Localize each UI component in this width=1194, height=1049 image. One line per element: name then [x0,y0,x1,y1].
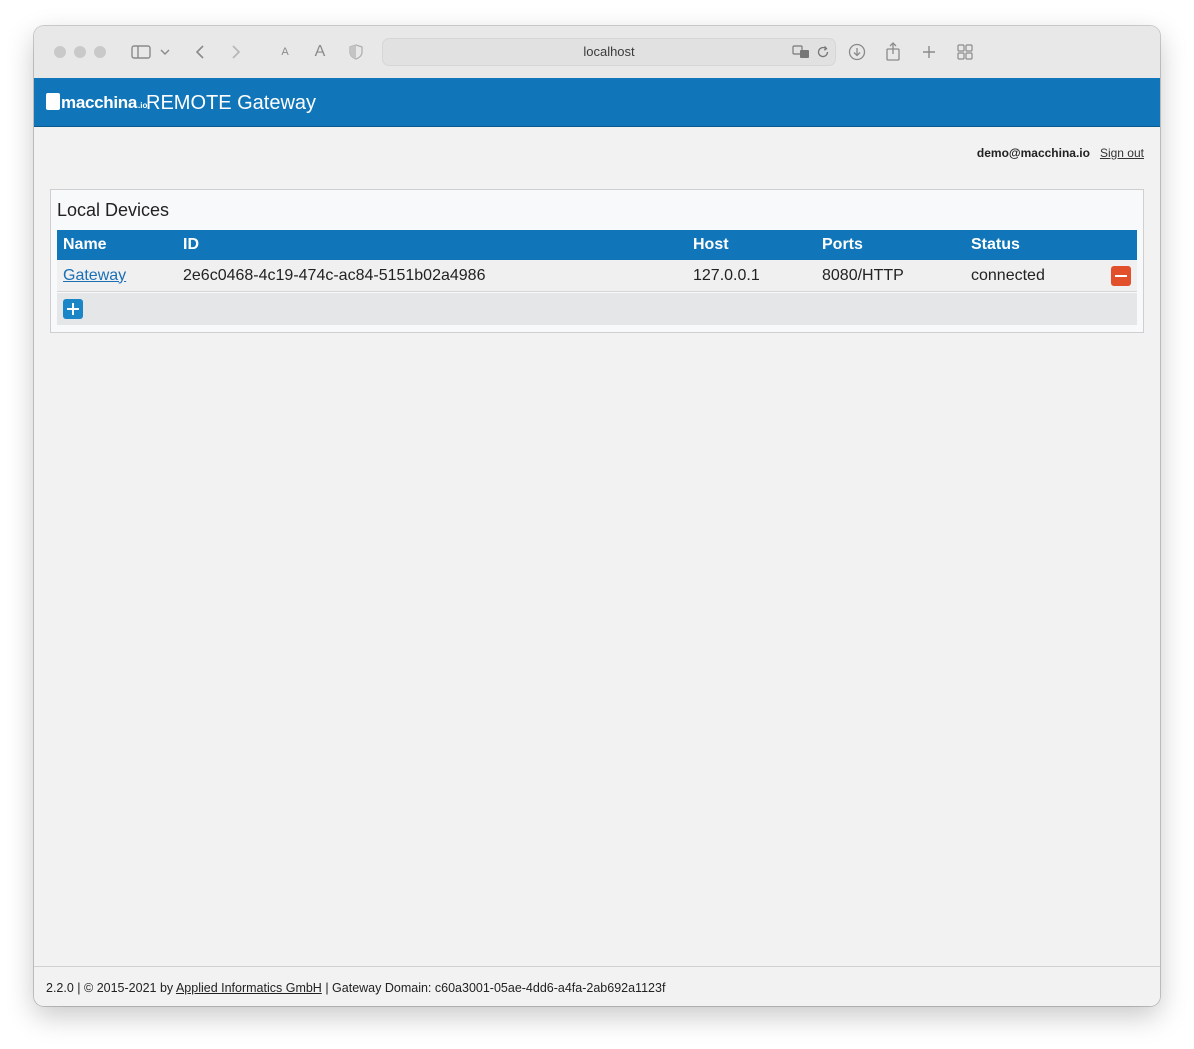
back-icon[interactable] [192,40,208,64]
column-header-id: ID [177,230,687,260]
sidebar-icon[interactable] [130,40,152,64]
share-icon[interactable] [884,40,902,64]
shield-icon[interactable] [348,40,364,64]
app-title: REMOTE Gateway [146,92,317,114]
table-row: Gateway 2e6c0468-4c19-474c-ac84-5151b02a… [57,260,1137,292]
user-email: demo@macchina.io [976,146,1090,160]
reload-icon[interactable] [815,40,831,64]
add-device-button[interactable] [63,299,83,319]
domain-id: c60a3001-05ae-4dd6-a4fa-2ab692a1123f [434,981,666,995]
column-header-name: Name [57,230,177,260]
forward-icon[interactable] [228,40,244,64]
tab-overview-icon[interactable] [956,40,974,64]
chevron-down-icon[interactable] [158,40,172,64]
plus-icon [67,303,79,315]
new-tab-icon[interactable] [920,40,938,64]
devices-table: Name ID Host Ports Status Gateway 2e6c04… [57,230,1137,292]
device-host: 127.0.0.1 [687,260,816,292]
device-id: 2e6c0468-4c19-474c-ac84-5151b02a4986 [177,260,687,292]
footer: 2.2.0 | © 2015-2021 by Applied Informati… [34,966,1160,1006]
panel-title: Local Devices [57,200,170,220]
column-header-actions [1105,230,1137,260]
table-header-row: Name ID Host Ports Status [57,230,1137,260]
text-smaller-icon[interactable]: A [278,40,292,64]
address-bar[interactable]: localhost [382,38,836,66]
app-header: macchina .io REMOTE Gateway [34,78,1160,127]
text-larger-icon[interactable]: A [312,40,328,64]
domain-label: Gateway Domain: [332,981,432,995]
minus-icon [1115,274,1127,277]
logo-word: macchina [61,93,138,112]
footer-text: 2.2.0 | © 2015-2021 by Applied Informati… [46,981,666,995]
browser-window: A A localhost macchina .io REMOTE Gatewa… [34,26,1160,1006]
column-header-host: Host [687,230,816,260]
logo-mark [46,93,60,110]
column-header-ports: Ports [816,230,965,260]
column-header-status: Status [965,230,1105,260]
macchina-logo: macchina .io [46,91,147,113]
zoom-window-button[interactable] [94,46,106,58]
add-device-row [57,293,1137,325]
copyright: © 2015-2021 by [84,981,174,995]
device-status: connected [965,260,1105,292]
translate-icon[interactable] [791,40,811,64]
local-devices-panel: Local Devices Name ID Host Ports Status … [50,189,1144,333]
remove-device-button[interactable] [1111,265,1131,286]
url-text[interactable]: localhost [383,39,835,65]
user-bar: demo@macchina.io Sign out [977,146,1144,160]
close-window-button[interactable] [54,46,66,58]
device-ports: 8080/HTTP [816,260,965,292]
version: 2.2.0 [46,981,74,995]
download-icon[interactable] [848,40,866,64]
minimize-window-button[interactable] [74,46,86,58]
device-name-link[interactable]: Gateway [63,267,126,284]
sign-out-link[interactable]: Sign out [1100,146,1144,160]
browser-toolbar: A A localhost [34,26,1160,79]
company-link[interactable]: Applied Informatics GmbH [176,981,322,995]
